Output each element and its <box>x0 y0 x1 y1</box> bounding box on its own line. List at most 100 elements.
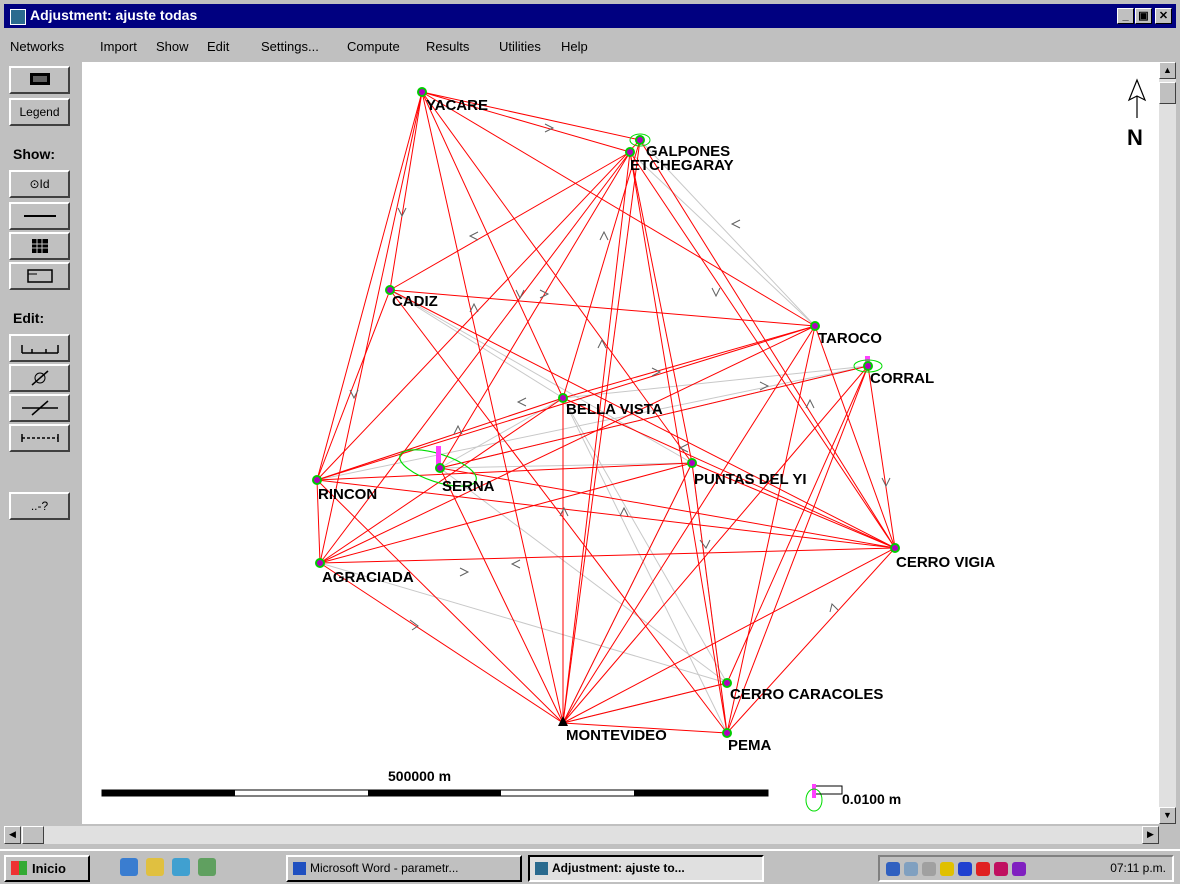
scroll-left-button[interactable]: ◀ <box>4 826 21 844</box>
menu-import[interactable]: Import <box>100 39 137 54</box>
show-window-button[interactable] <box>9 262 70 290</box>
tray-app2-icon[interactable] <box>958 862 972 876</box>
horizontal-scroll-thumb[interactable] <box>22 826 44 844</box>
tray-volume-icon[interactable] <box>922 862 936 876</box>
maximize-button[interactable]: ▣ <box>1135 8 1152 24</box>
start-label: Inicio <box>32 861 66 876</box>
start-button[interactable]: Inicio <box>4 855 90 882</box>
menu-show[interactable]: Show <box>156 39 189 54</box>
label-taroco: TAROCO <box>818 330 882 347</box>
task-adjustment[interactable]: Adjustment: ajuste to... <box>528 855 764 882</box>
edit-distance-button[interactable] <box>9 334 70 362</box>
label-pema: PEMA <box>728 737 772 754</box>
ellipse-scale: 0.0100 m <box>805 784 901 812</box>
menu-bar: Networks Import Show Edit Settings... Co… <box>4 36 1176 58</box>
scroll-right-button[interactable]: ▶ <box>1142 826 1159 844</box>
menu-settings[interactable]: Settings... <box>261 39 319 54</box>
windows-logo-icon <box>11 861 27 875</box>
show-desktop-icon[interactable] <box>198 858 216 876</box>
help-button[interactable]: ..-? <box>9 492 70 520</box>
task-adjustment-label: Adjustment: ajuste to... <box>552 861 685 875</box>
scroll-down-button[interactable]: ▼ <box>1159 807 1176 824</box>
menu-utilities[interactable]: Utilities <box>499 39 541 54</box>
menu-networks[interactable]: Networks <box>10 39 64 54</box>
ellipse-scale-label: 0.0100 m <box>842 791 901 807</box>
station-marker-rincon[interactable] <box>312 475 322 485</box>
north-label: N <box>1127 125 1143 150</box>
network-map-canvas[interactable]: YACARE GALPONES ETCHEGARAY CADIZ TAROCO … <box>82 62 1159 824</box>
monitor-icon <box>29 73 50 85</box>
legend-button[interactable]: Legend <box>9 98 70 126</box>
angle-icon <box>31 370 48 386</box>
menu-edit[interactable]: Edit <box>207 39 229 54</box>
station-marker-galpones[interactable] <box>635 135 645 145</box>
label-rincon: RINCON <box>318 486 377 503</box>
tray-network-icon[interactable] <box>886 862 900 876</box>
task-microsoft-word[interactable]: Microsoft Word - parametr... <box>286 855 522 882</box>
label-puntas-del-yi: PUNTAS DEL YI <box>694 471 807 488</box>
station-marker-puntas-del-yi[interactable] <box>687 458 697 468</box>
tray-app5-icon[interactable] <box>1012 862 1026 876</box>
edit-angle-button[interactable] <box>9 364 70 392</box>
label-cerro-vigia: CERRO VIGIA <box>896 554 995 571</box>
outlook-express-icon[interactable] <box>146 858 164 876</box>
baseline-icon <box>20 434 59 442</box>
adjustment-app-icon <box>535 862 548 875</box>
minimize-button[interactable]: _ <box>1117 8 1134 24</box>
tray-app3-icon[interactable] <box>976 862 990 876</box>
app-icon <box>10 9 26 25</box>
edit-direction-button[interactable] <box>9 394 70 422</box>
vertical-scroll-thumb[interactable] <box>1159 82 1176 104</box>
channels-icon[interactable] <box>172 858 190 876</box>
network-map[interactable]: YACARE GALPONES ETCHEGARAY CADIZ TAROCO … <box>82 62 1159 824</box>
internet-explorer-icon[interactable] <box>120 858 138 876</box>
vertical-scrollbar[interactable]: ▲ ▼ <box>1159 62 1176 824</box>
label-serna: SERNA <box>442 478 495 495</box>
show-label: Show: <box>13 146 55 162</box>
left-toolbar: Legend Show: ⊙Id Edit: ..-? <box>0 62 82 824</box>
menu-help[interactable]: Help <box>561 39 588 54</box>
horizontal-scrollbar[interactable]: ◀ ▶ <box>4 826 1159 844</box>
menu-results[interactable]: Results <box>426 39 469 54</box>
clock[interactable]: 07:11 p.m. <box>1110 861 1166 875</box>
title-bar[interactable]: Adjustment: ajuste todas _ ▣ ✕ <box>4 4 1176 28</box>
direction-arrows <box>349 123 891 631</box>
direction-icon <box>21 400 58 416</box>
label-agraciada: AGRACIADA <box>322 569 414 586</box>
edit-label: Edit: <box>13 310 45 326</box>
task-word-label: Microsoft Word - parametr... <box>310 861 459 875</box>
close-button[interactable]: ✕ <box>1155 8 1172 24</box>
menu-compute[interactable]: Compute <box>347 39 400 54</box>
label-etchegaray: ETCHEGARAY <box>630 157 734 174</box>
station-marker-corral[interactable] <box>863 361 873 371</box>
label-cadiz: CADIZ <box>392 293 438 310</box>
label-cerro-caracoles: CERRO CARACOLES <box>730 686 883 703</box>
station-marker-agraciada[interactable] <box>315 558 325 568</box>
scroll-up-button[interactable]: ▲ <box>1159 62 1176 79</box>
word-icon <box>293 862 306 875</box>
station-marker-yacare[interactable] <box>417 87 427 97</box>
station-marker-cerro-vigia[interactable] <box>890 543 900 553</box>
system-tray: 07:11 p.m. <box>878 855 1174 882</box>
tray-app-icon[interactable] <box>940 862 954 876</box>
tray-monitor-icon[interactable] <box>904 862 918 876</box>
station-marker-etchegaray[interactable] <box>625 147 635 157</box>
station-marker-taroco[interactable] <box>810 321 820 331</box>
scale-bar: 500000 m <box>101 768 769 797</box>
screen-button[interactable] <box>9 66 70 94</box>
scale-bar-label: 500000 m <box>388 768 451 784</box>
label-montevideo: MONTEVIDEO <box>566 727 667 744</box>
edit-baseline-button[interactable] <box>9 424 70 452</box>
show-grid-button[interactable] <box>9 232 70 260</box>
line-icon <box>23 215 56 217</box>
tray-app4-icon[interactable] <box>994 862 1008 876</box>
window-icon <box>26 269 53 283</box>
station-marker-pema[interactable] <box>722 728 732 738</box>
show-lines-button[interactable] <box>9 202 70 230</box>
distance-icon <box>20 345 59 354</box>
grid-icon <box>31 239 48 253</box>
show-id-button[interactable]: ⊙Id <box>9 170 70 198</box>
station-marker-serna[interactable] <box>435 463 445 473</box>
application-window: Adjustment: ajuste todas _ ▣ ✕ Networks … <box>0 0 1180 849</box>
station-labels: YACARE GALPONES ETCHEGARAY CADIZ TAROCO … <box>318 97 995 754</box>
